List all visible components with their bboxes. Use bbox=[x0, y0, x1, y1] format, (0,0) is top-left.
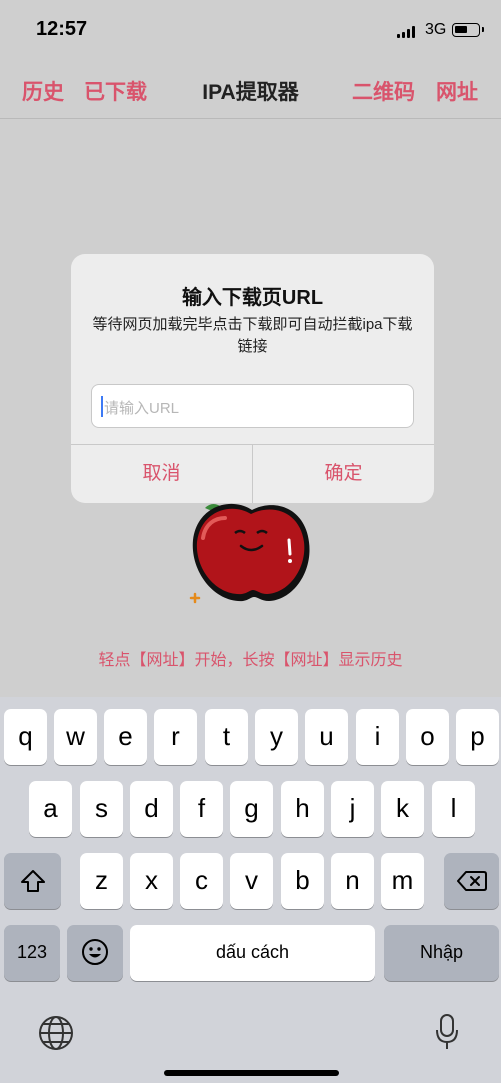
key-y[interactable]: y bbox=[255, 709, 298, 765]
url-button[interactable]: 网址 bbox=[436, 76, 478, 106]
key-j[interactable]: j bbox=[331, 781, 374, 837]
network-type: 3G bbox=[425, 21, 447, 38]
qrcode-button[interactable]: 二维码 bbox=[352, 76, 415, 106]
key-z[interactable]: z bbox=[80, 853, 123, 909]
key-x[interactable]: x bbox=[130, 853, 173, 909]
cancel-button[interactable]: 取消 bbox=[71, 444, 252, 503]
globe-icon[interactable] bbox=[38, 1015, 74, 1051]
key-s[interactable]: s bbox=[80, 781, 123, 837]
key-u[interactable]: u bbox=[305, 709, 348, 765]
key-m[interactable]: m bbox=[381, 853, 424, 909]
key-p[interactable]: p bbox=[456, 709, 499, 765]
space-key[interactable]: dấu cách bbox=[130, 925, 375, 981]
shift-key[interactable] bbox=[4, 853, 61, 909]
numbers-key[interactable]: 123 bbox=[4, 925, 60, 981]
url-input[interactable]: 请输入URL bbox=[91, 384, 414, 428]
key-v[interactable]: v bbox=[230, 853, 273, 909]
key-f[interactable]: f bbox=[180, 781, 223, 837]
key-l[interactable]: l bbox=[432, 781, 475, 837]
key-e[interactable]: e bbox=[104, 709, 147, 765]
return-key[interactable]: Nhập bbox=[384, 925, 499, 981]
apple-illustration bbox=[189, 503, 310, 604]
key-i[interactable]: i bbox=[356, 709, 399, 765]
key-q[interactable]: q bbox=[4, 709, 47, 765]
key-r[interactable]: r bbox=[154, 709, 197, 765]
key-c[interactable]: c bbox=[180, 853, 223, 909]
usage-hint: 轻点【网址】开始，长按【网址】显示历史 bbox=[98, 652, 403, 669]
key-h[interactable]: h bbox=[281, 781, 324, 837]
status-time: 12:57 bbox=[36, 18, 88, 40]
key-a[interactable]: a bbox=[29, 781, 72, 837]
emoji-icon bbox=[82, 939, 108, 965]
key-n[interactable]: n bbox=[331, 853, 374, 909]
backspace-key[interactable] bbox=[444, 853, 499, 909]
url-alert-dialog: 输入下载页URL 等待网页加载完毕点击下载即可自动拦截ipa下载链接 请输入UR… bbox=[71, 254, 434, 503]
alert-title: 输入下载页URL bbox=[181, 287, 324, 309]
key-d[interactable]: d bbox=[130, 781, 173, 837]
alert-message: 等待网页加载完毕点击下载即可自动拦截ipa下载链接 bbox=[92, 316, 413, 355]
key-g[interactable]: g bbox=[230, 781, 273, 837]
key-t[interactable]: t bbox=[205, 709, 248, 765]
key-w[interactable]: w bbox=[54, 709, 97, 765]
keyboard: q w e r t y u i o p a s d f g h j k l z … bbox=[0, 697, 501, 1083]
battery-icon bbox=[452, 23, 484, 37]
key-b[interactable]: b bbox=[281, 853, 324, 909]
microphone-icon[interactable] bbox=[434, 1013, 460, 1051]
shift-icon bbox=[20, 870, 45, 892]
signal-icon bbox=[397, 26, 419, 38]
status-bar: 12:57 3G bbox=[0, 0, 501, 62]
navigation-bar: 历史 已下载 IPA提取器 二维码 网址 bbox=[0, 62, 501, 119]
url-input-placeholder: 请输入URL bbox=[104, 400, 180, 417]
confirm-button[interactable]: 确定 bbox=[253, 444, 434, 503]
backspace-icon bbox=[456, 871, 487, 891]
key-k[interactable]: k bbox=[381, 781, 424, 837]
text-caret bbox=[101, 396, 103, 417]
home-indicator bbox=[164, 1070, 339, 1076]
page-title: IPA提取器 bbox=[202, 81, 299, 104]
key-o[interactable]: o bbox=[406, 709, 449, 765]
emoji-key[interactable] bbox=[67, 925, 123, 981]
